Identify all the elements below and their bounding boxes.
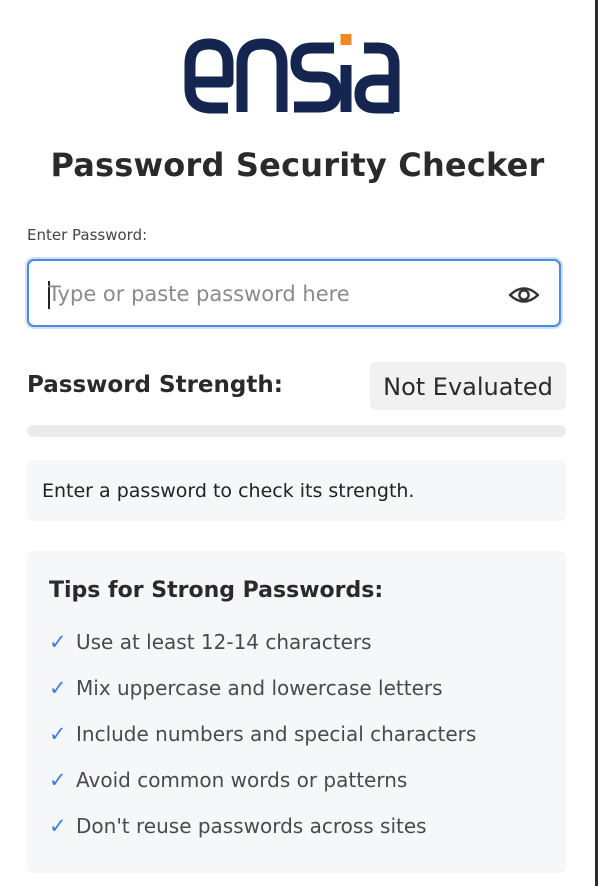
page-title: Password Security Checker	[50, 146, 545, 184]
password-input[interactable]	[48, 275, 488, 313]
tips-panel: Tips for Strong Passwords: ✓ Use at least…	[27, 551, 566, 873]
checkmark-icon: ✓	[49, 630, 67, 654]
strength-label: Password Strength:	[27, 372, 283, 398]
eye-icon[interactable]	[507, 278, 541, 312]
password-label: Enter Password:	[27, 226, 148, 244]
tip-text: Don't reuse passwords across sites	[76, 814, 427, 838]
strength-feedback: Enter a password to check its strength.	[27, 460, 566, 521]
tip-text: Use at least 12-14 characters	[76, 630, 372, 654]
tips-title: Tips for Strong Passwords:	[49, 578, 384, 603]
password-input-container[interactable]	[27, 259, 561, 327]
tip-item: ✓ Mix uppercase and lowercase letters	[49, 676, 443, 706]
checkmark-icon: ✓	[49, 814, 67, 838]
ensia-logo	[184, 34, 400, 114]
tip-text: Include numbers and special characters	[76, 722, 477, 746]
tip-item: ✓ Use at least 12-14 characters	[49, 630, 372, 660]
strength-meter	[27, 425, 566, 437]
tip-item: ✓ Include numbers and special characters	[49, 722, 476, 752]
checkmark-icon: ✓	[49, 676, 67, 700]
tip-item: ✓ Avoid common words or patterns	[49, 768, 407, 798]
strength-status-badge: Not Evaluated	[370, 362, 566, 410]
tip-item: ✓ Don't reuse passwords across sites	[49, 814, 427, 844]
checkmark-icon: ✓	[49, 722, 67, 746]
tip-text: Mix uppercase and lowercase letters	[76, 676, 443, 700]
tip-text: Avoid common words or patterns	[76, 768, 408, 792]
checkmark-icon: ✓	[49, 768, 67, 792]
